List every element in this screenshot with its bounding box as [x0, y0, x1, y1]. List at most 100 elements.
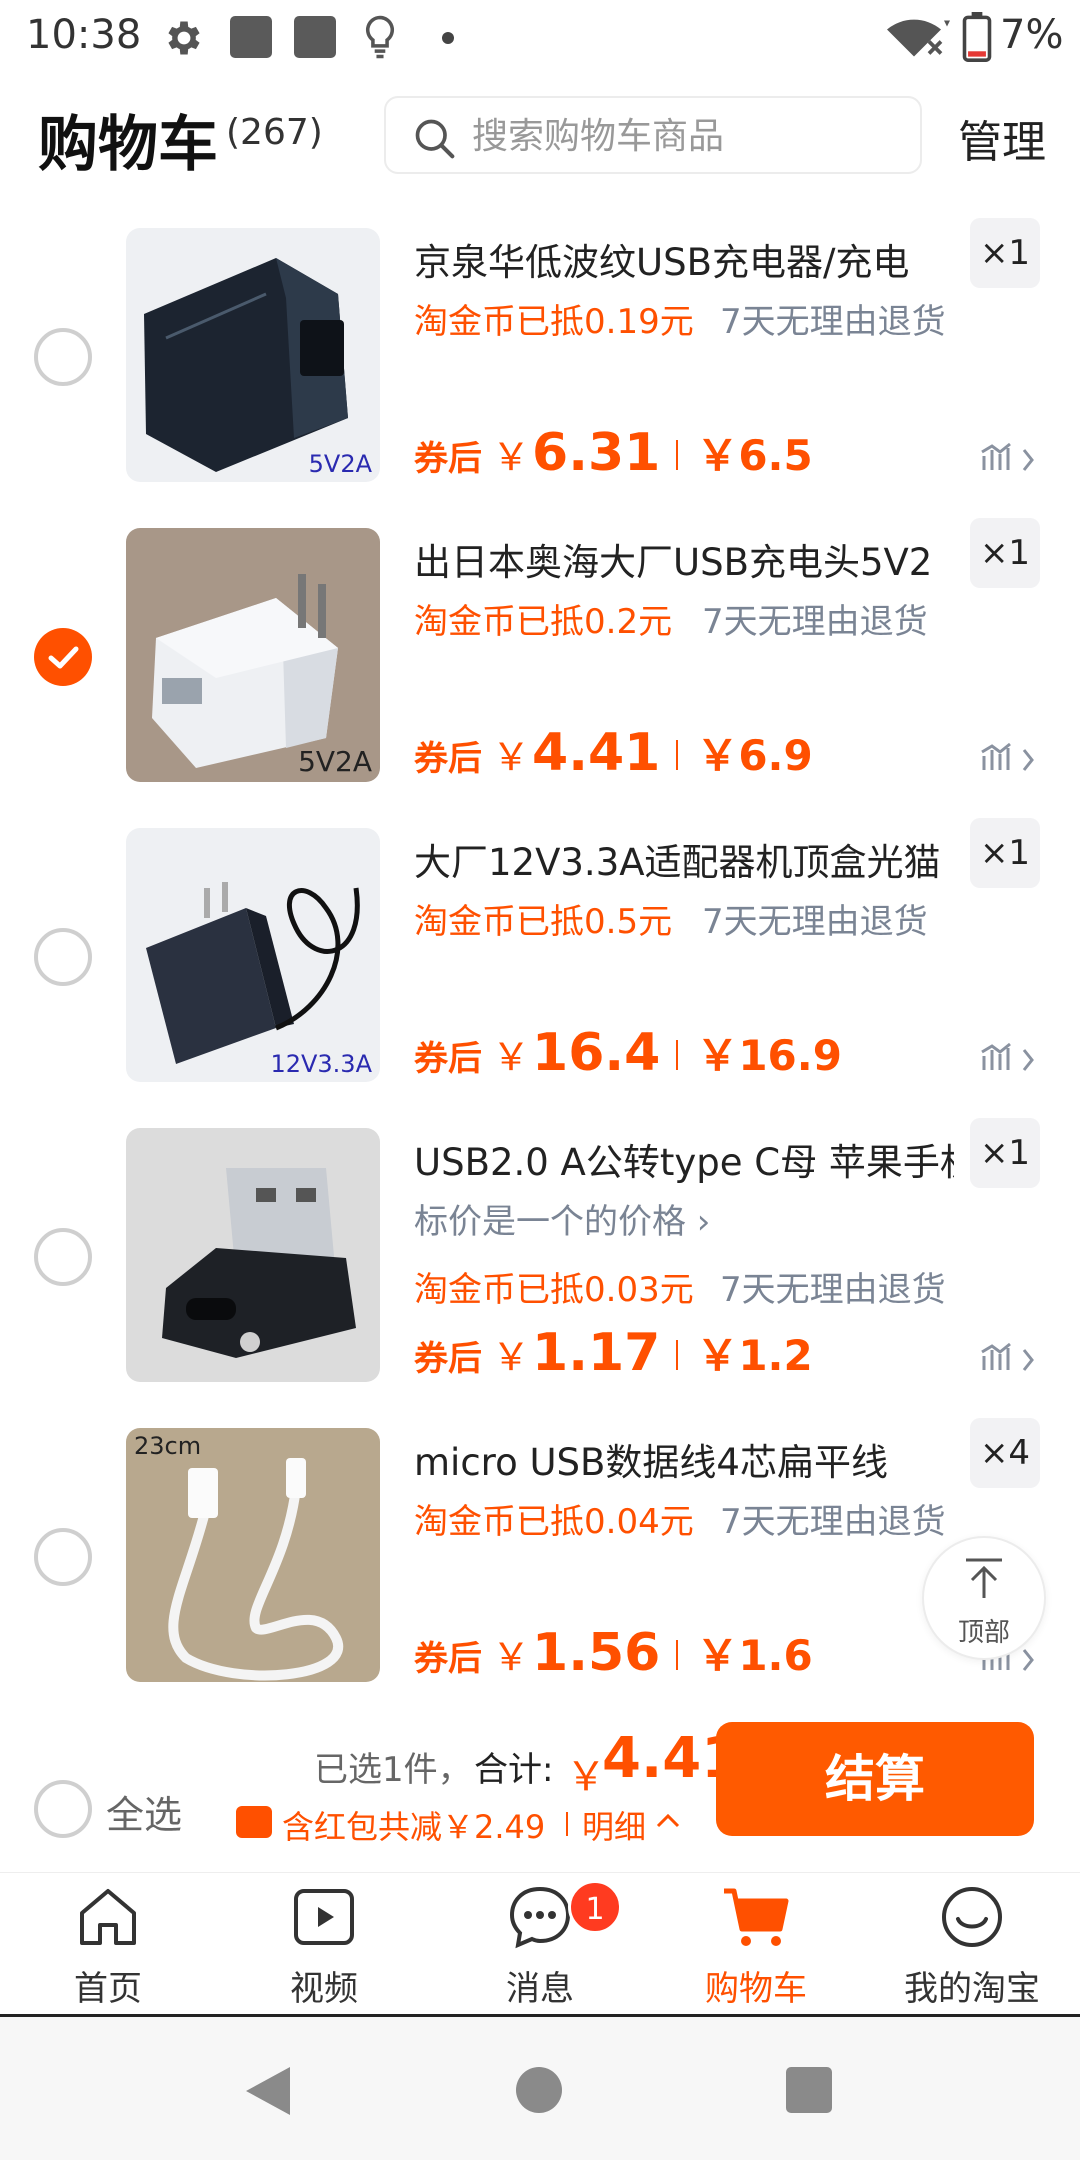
cart-item: 5V2A 出日本奥海大厂USB充电头5V2 ×1 淘金币已抵0.2元 7天无理由… [0, 518, 1080, 818]
tab-label: 首页 [74, 1969, 142, 2009]
checkout-summary: 全选 已选1件， 合计: ￥ 4.41 含红包共减￥2.49 明细 结算 [0, 1700, 1080, 1872]
adapter-image [146, 882, 360, 1064]
coin-discount: 淘金币已抵0.2元 [414, 602, 673, 642]
detail-link[interactable]: 明细 [582, 1802, 646, 1848]
tab-label: 购物车 [705, 1969, 807, 2009]
search-icon [415, 119, 455, 159]
product-image[interactable]: 12V3.3A [126, 828, 380, 1082]
coupon-price: 6.31 [532, 423, 661, 483]
item-checkbox[interactable] [34, 328, 92, 386]
back-to-top-label: 顶部 [957, 1618, 1010, 1648]
cart-item: 23cm micro USB数据线4芯扁平线 ×4 淘金币已抵0.04元 7天无… [0, 1418, 1080, 1718]
coin-discount: 淘金币已抵0.03元 [414, 1270, 694, 1310]
product-image[interactable] [126, 1128, 380, 1382]
wifi-icon [887, 19, 950, 57]
home-nav-icon[interactable] [516, 2067, 562, 2113]
video-icon [294, 1889, 354, 1945]
tab-home[interactable]: 首页 [0, 1873, 216, 2015]
coupon-price: 4.41 [532, 723, 661, 783]
status-time: 10:38 [26, 12, 142, 58]
cart-badge: 1 [568, 1880, 622, 1934]
original-price: ￥16.9 [696, 1031, 842, 1080]
price-row: 券后 ￥4.41 ￥6.9 [414, 722, 813, 783]
tab-video[interactable]: 视频 [216, 1873, 432, 2015]
return-policy: 7天无理由退货 [720, 302, 946, 342]
coin-discount: 淘金币已抵0.5元 [414, 902, 673, 942]
profile-icon [942, 1887, 1002, 1947]
back-to-top-button[interactable]: 顶部 [922, 1536, 1046, 1660]
coupon-label: 券后 [414, 1039, 482, 1079]
coupon-price: 16.4 [532, 1023, 661, 1083]
coupon-label: 券后 [414, 739, 482, 779]
quantity-button[interactable]: ×1 [970, 518, 1040, 588]
product-title[interactable]: USB2.0 A公转type C母 苹果手机 [414, 1132, 954, 1186]
image-label: 12V3.3A [270, 1050, 372, 1078]
original-price: ￥1.2 [696, 1331, 813, 1380]
arrow-up-icon [966, 1558, 1002, 1598]
search-box[interactable] [384, 96, 922, 174]
back-icon[interactable] [244, 2065, 292, 2117]
image-label: 5V2A [298, 745, 372, 778]
tab-cart[interactable]: 购物车 [648, 1873, 864, 2015]
price-trend-icon[interactable] [980, 440, 1040, 480]
price-row: 券后 ￥1.56 ￥1.6 [414, 1622, 813, 1683]
item-checkbox[interactable] [34, 1228, 92, 1286]
coupon-label: 券后 [414, 1639, 482, 1679]
image-label: 23cm [134, 1432, 202, 1460]
system-nav-bar [0, 2014, 1080, 2160]
price-trend-icon[interactable] [980, 1040, 1040, 1080]
product-title[interactable]: micro USB数据线4芯扁平线 [414, 1432, 954, 1486]
chevron-up-icon[interactable] [654, 1810, 682, 1830]
return-policy: 7天无理由退货 [702, 902, 928, 942]
settings-icon [168, 21, 200, 55]
price-row: 券后 ￥1.17 ￥1.2 [414, 1322, 813, 1383]
quantity-button[interactable]: ×1 [970, 218, 1040, 288]
original-price: ￥6.5 [696, 431, 813, 480]
price-note-link[interactable]: 标价是一个的价格 › [414, 1194, 710, 1243]
cart-item: 12V3.3A 大厂12V3.3A适配器机顶盒光猫 ×1 淘金币已抵0.5元 7… [0, 818, 1080, 1118]
price-trend-icon[interactable] [980, 740, 1040, 780]
product-image[interactable]: 5V2A [126, 528, 380, 782]
usb-adapter-image [162, 1168, 356, 1358]
item-checkbox[interactable] [34, 928, 92, 986]
selected-count: 已选1件， [314, 1750, 472, 1790]
cart-item: 5V2A 京泉华低波纹USB充电器/充电 ×1 淘金币已抵0.19元 7天无理由… [0, 218, 1080, 518]
notification-icon [230, 16, 272, 58]
return-policy: 7天无理由退货 [702, 602, 928, 642]
select-all-label[interactable]: 全选 [106, 1784, 182, 1839]
quantity-button[interactable]: ×4 [970, 1418, 1040, 1488]
check-icon [48, 646, 79, 669]
item-checkbox[interactable] [34, 1528, 92, 1586]
select-all-checkbox[interactable] [34, 1780, 92, 1838]
checkout-button[interactable]: 结算 [716, 1722, 1034, 1836]
currency: ￥ [492, 1635, 531, 1679]
product-title[interactable]: 京泉华低波纹USB充电器/充电 [414, 232, 954, 286]
status-bar: 10:38 7% [0, 0, 1080, 76]
search-input[interactable] [472, 112, 902, 160]
coin-discount: 淘金币已抵0.19元 [414, 302, 694, 342]
coupon-label: 券后 [414, 439, 482, 479]
price-row: 券后 ￥6.31 ￥6.5 [414, 422, 813, 483]
charger-image [152, 574, 338, 768]
red-packet-icon [236, 1806, 272, 1838]
charger-image [144, 258, 348, 472]
manage-button[interactable]: 管理 [958, 106, 1046, 170]
currency: ￥ [492, 1035, 531, 1079]
cart-icon [724, 1888, 789, 1946]
product-image[interactable]: 23cm [126, 1428, 380, 1682]
original-price: ￥1.6 [696, 1631, 813, 1680]
tab-label: 消息 [506, 1969, 574, 2009]
product-image[interactable]: 5V2A [126, 228, 380, 482]
recents-icon[interactable] [786, 2067, 832, 2113]
total-currency: ￥ [566, 1754, 606, 1800]
coupon-price: 1.56 [532, 1623, 661, 1683]
product-title[interactable]: 大厂12V3.3A适配器机顶盒光猫 [414, 832, 954, 886]
quantity-button[interactable]: ×1 [970, 1118, 1040, 1188]
tab-label: 视频 [290, 1969, 358, 2009]
item-checkbox[interactable] [34, 628, 92, 686]
price-trend-icon[interactable] [980, 1340, 1040, 1380]
page-title: 购物车 [38, 110, 218, 180]
product-title[interactable]: 出日本奥海大厂USB充电头5V2 [414, 532, 954, 586]
tab-profile[interactable]: 我的淘宝 [864, 1873, 1080, 2015]
quantity-button[interactable]: ×1 [970, 818, 1040, 888]
